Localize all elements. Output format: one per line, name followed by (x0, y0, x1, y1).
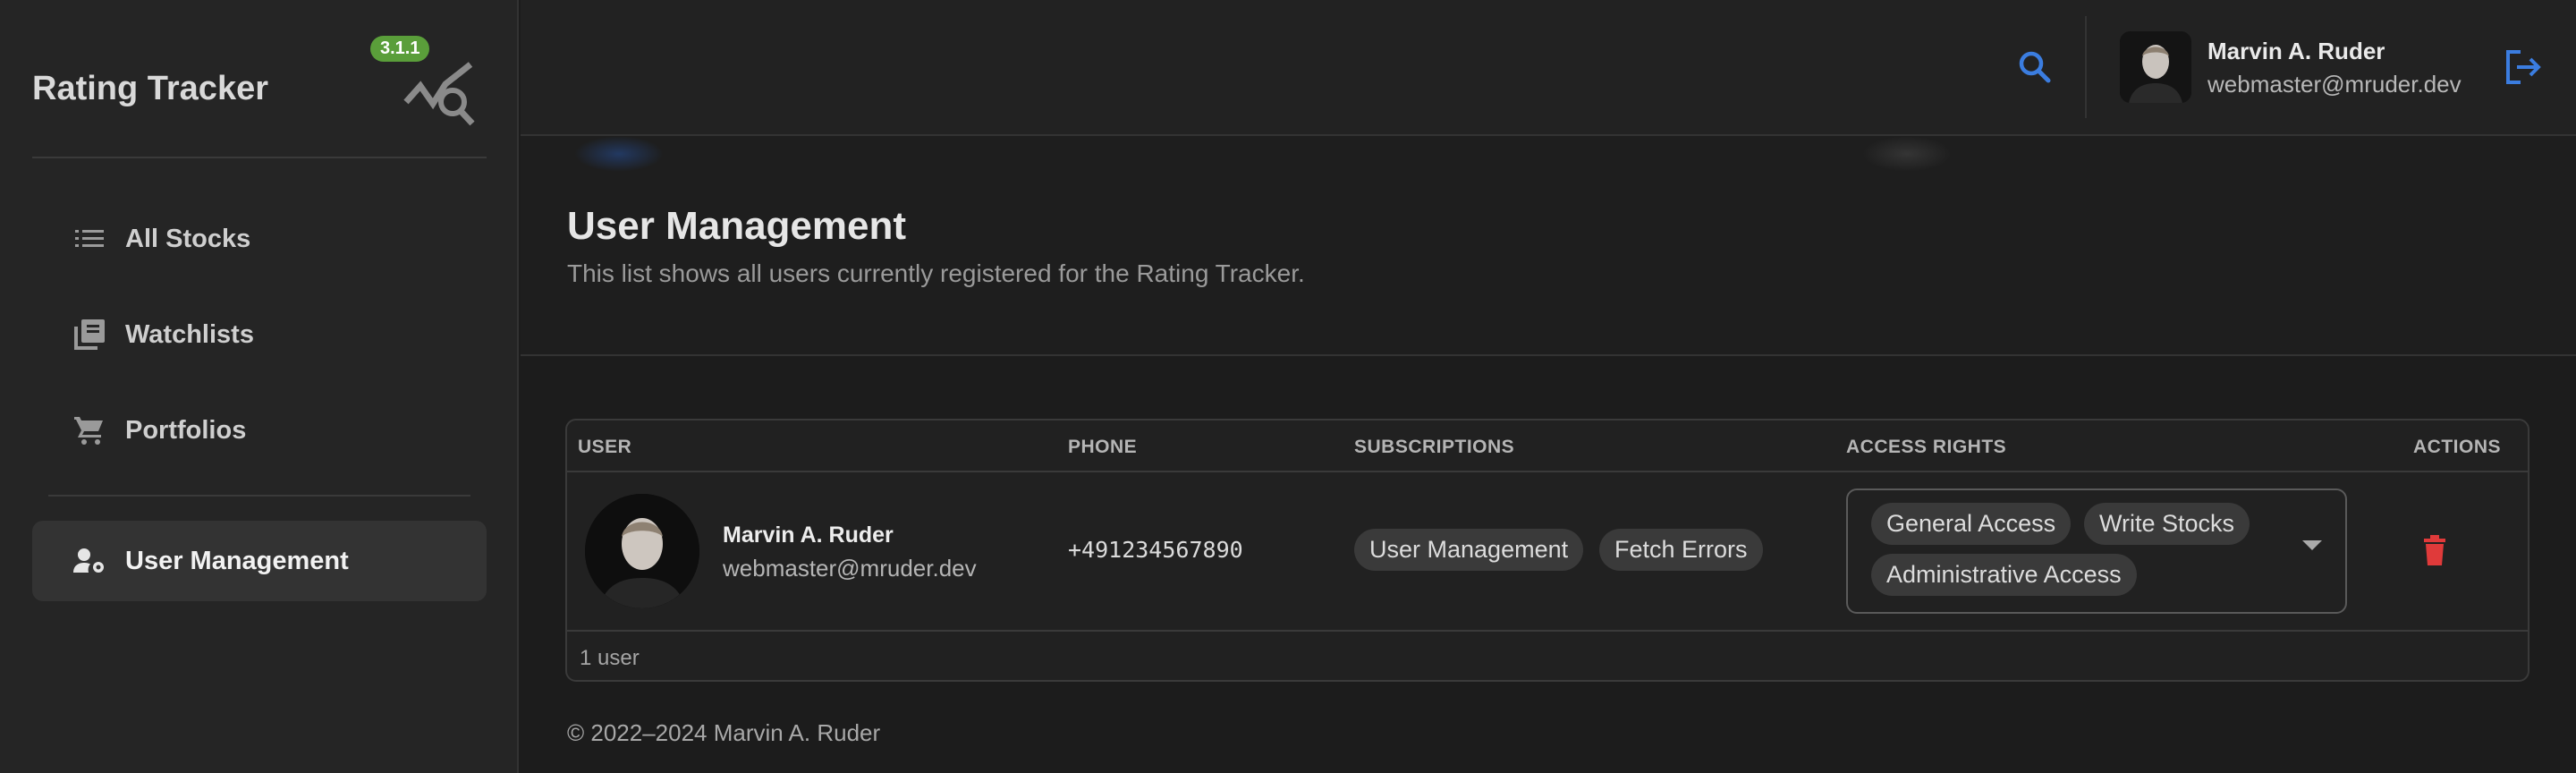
column-header-actions: ACTIONS (2413, 437, 2501, 457)
sidebar-item-label: Watchlists (125, 319, 254, 349)
table-header: USER PHONE SUBSCRIPTIONS ACCESS RIGHTS A… (567, 420, 2528, 472)
sidebar-item-user-management[interactable]: User Management (32, 521, 487, 601)
table-row: Marvin A. Ruder webmaster@mruder.dev +49… (567, 472, 2528, 632)
user-name: Marvin A. Ruder (723, 522, 894, 548)
topbar: Marvin A. Ruder webmaster@mruder.dev (521, 0, 2576, 136)
sidebar: Rating Tracker 3.1.1 All Stocks Watchlis… (0, 0, 519, 773)
access-right-chip: Administrative Access (1871, 554, 2137, 596)
list-icon (73, 223, 106, 255)
avatar (585, 494, 699, 608)
decorative-glow (574, 136, 664, 172)
user-email: webmaster@mruder.dev (2207, 71, 2462, 98)
sidebar-divider (48, 495, 470, 497)
sidebar-item-watchlists[interactable]: Watchlists (32, 294, 487, 375)
sidebar-item-label: All Stocks (125, 224, 251, 253)
sidebar-item-label: Portfolios (125, 415, 247, 445)
delete-icon[interactable] (2417, 533, 2453, 569)
users-table: USER PHONE SUBSCRIPTIONS ACCESS RIGHTS A… (565, 419, 2529, 682)
subscription-chip: Fetch Errors (1599, 529, 1763, 571)
app-title: Rating Tracker (32, 70, 268, 107)
access-rights-select[interactable]: General Access Write Stocks Administrati… (1846, 488, 2347, 614)
logout-icon[interactable] (2501, 45, 2546, 89)
column-header-user[interactable]: USER (578, 437, 631, 458)
column-header-subscriptions[interactable]: SUBSCRIPTIONS (1354, 437, 1514, 458)
sidebar-item-label: User Management (125, 546, 349, 575)
topbar-separator (2085, 16, 2087, 118)
user-phone: +491234567890 (1068, 537, 1243, 563)
cart-icon (73, 414, 106, 446)
table-footer-count: 1 user (580, 646, 640, 670)
chevron-down-icon[interactable] (2302, 540, 2322, 550)
avatar[interactable] (2120, 31, 2191, 103)
subscription-chip: User Management (1354, 529, 1584, 571)
decorative-glow (1862, 136, 1952, 172)
page-header: User Management This list shows all user… (521, 136, 2576, 356)
access-right-chip: General Access (1871, 503, 2072, 545)
user-email: webmaster@mruder.dev (723, 555, 977, 582)
sidebar-divider (32, 157, 487, 158)
user-name: Marvin A. Ruder (2207, 38, 2385, 64)
user-settings-icon (73, 545, 106, 577)
sidebar-item-all-stocks[interactable]: All Stocks (32, 199, 487, 279)
rating-tracker-logo-icon (403, 62, 475, 126)
copyright: © 2022–2024 Marvin A. Ruder (567, 719, 881, 746)
page-title: User Management (567, 204, 907, 248)
column-header-phone[interactable]: PHONE (1068, 437, 1137, 458)
page-subtitle: This list shows all users currently regi… (567, 259, 1305, 287)
search-icon[interactable] (2012, 45, 2057, 89)
sidebar-item-portfolios[interactable]: Portfolios (32, 390, 487, 471)
column-header-access-rights[interactable]: ACCESS RIGHTS (1846, 437, 2006, 458)
library-icon (73, 319, 106, 351)
access-right-chip: Write Stocks (2084, 503, 2250, 545)
